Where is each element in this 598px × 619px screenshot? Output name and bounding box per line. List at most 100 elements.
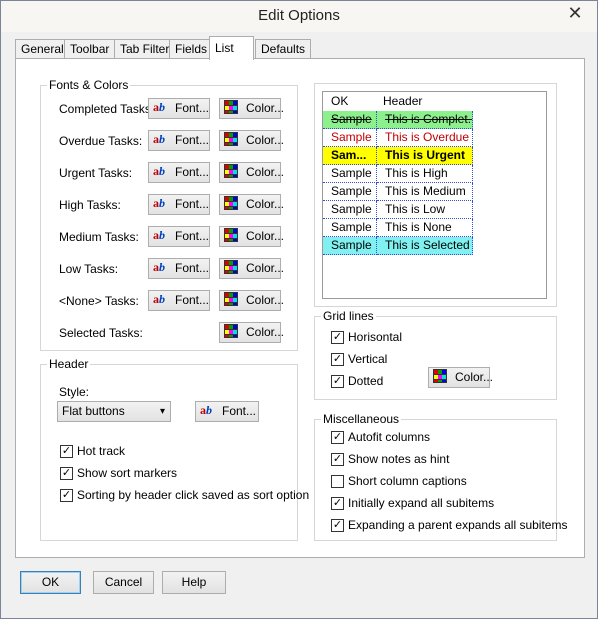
tab-tab-filter[interactable]: Tab Filter [114,39,176,59]
font-button-label: Font... [175,197,210,211]
checkbox-label[interactable]: Short column captions [348,474,467,488]
list-cell-header: This is Overdue [377,129,473,147]
close-icon[interactable]: ✕ [561,2,589,26]
list-cell-header: This is Urgent [377,147,473,165]
list-cell-header: This is Low [377,201,473,219]
checkbox[interactable]: ✓ [331,353,344,366]
font-icon: ab [153,291,165,306]
checkbox[interactable]: ✓ [331,519,344,532]
header-group-title: Header [47,357,91,371]
list-item[interactable]: Sample This is Low [323,201,473,219]
window-title: Edit Options [258,7,340,24]
list-item[interactable]: Sample This is Selected [323,237,473,255]
cancel-button[interactable]: Cancel [93,571,154,594]
color-button-label: Color... [246,101,285,115]
list-item[interactable]: Sam... This is Urgent [323,147,473,165]
tab-list[interactable]: List [209,36,254,60]
list-item[interactable]: Sample This is High [323,165,473,183]
checkbox-label[interactable]: Show notes as hint [348,452,449,466]
title-bar: Edit Options ✕ [1,1,597,32]
list-cell-ok: Sample [323,219,377,237]
listview-header: OK Header [323,92,546,111]
font-icon: ab [153,163,165,178]
tab-general[interactable]: General [15,39,70,59]
color-palette-icon [224,163,244,180]
checkbox[interactable]: ✓ [331,375,344,388]
tab-toolbar[interactable]: Toolbar [64,39,116,59]
chevron-down-icon: ▾ [159,406,165,417]
checkbox-label[interactable]: Sorting by header click saved as sort op… [77,488,309,502]
font-button[interactable]: ab Font... [148,98,210,119]
checkbox-label[interactable]: Vertical [348,352,387,366]
font-icon: ab [153,227,165,242]
fonts-row-label: <None> Tasks: [59,294,139,308]
tab-fields[interactable]: Fields [169,39,214,59]
checkbox[interactable]: ✓ [60,467,73,480]
font-icon: ab [153,99,165,114]
color-palette-icon [224,259,244,276]
color-palette-icon [224,195,244,212]
list-item[interactable]: Sample This is Medium [323,183,473,201]
font-button[interactable]: ab Font... [148,290,210,311]
preview-listview[interactable]: OK Header Sample This is Complet... Sample… [322,91,547,299]
fonts-row-label: Overdue Tasks: [59,134,143,148]
color-button[interactable]: Color... [219,98,285,119]
checkbox[interactable]: ✓ [331,331,344,344]
list-item[interactable]: Sample This is None [323,219,473,237]
list-cell-ok: Sample [323,111,377,129]
color-button[interactable]: Color... [219,290,284,311]
fonts-row-label: Selected Tasks: [59,326,143,340]
color-palette-icon [433,368,453,385]
checkbox-label[interactable]: Hot track [77,444,125,458]
color-button[interactable]: Color... [219,194,285,215]
tab-defaults[interactable]: Defaults [255,39,312,59]
font-button[interactable]: ab Font... [148,258,210,279]
font-button[interactable]: ab Font... [148,226,210,247]
checkbox[interactable]: ✓ [331,431,344,444]
checkbox[interactable]: ✓ [60,489,73,502]
ok-button[interactable]: OK [20,571,81,594]
column-header[interactable]: Header [383,94,422,108]
checkbox-label[interactable]: Show sort markers [77,466,177,480]
checkbox-label[interactable]: Dotted [348,374,383,388]
font-button[interactable]: ab Font... [148,194,210,215]
list-item[interactable]: Sample This is Complet... [323,111,473,129]
font-button[interactable]: ab Font... [148,162,210,183]
checkbox-label[interactable]: Horisontal [348,330,402,344]
edit-options-window: Edit Options ✕ General Toolbar Tab Filte… [0,0,598,619]
checkbox[interactable]: ✓ [60,445,73,458]
fonts-colors-group: Fonts & Colors [40,78,298,351]
color-button[interactable]: Color... [219,226,285,247]
font-icon: ab [153,131,165,146]
color-button[interactable]: Color... [219,258,285,279]
help-button[interactable]: Help [162,571,226,594]
list-item[interactable]: Sample This is Overdue [323,129,473,147]
color-button-label: Color... [246,229,285,243]
checkbox[interactable]: ✓ [331,453,344,466]
grid-color-button[interactable]: Color... [428,367,493,388]
color-button[interactable]: Color... [219,130,284,151]
list-cell-ok: Sample [323,165,377,183]
color-button-label: Color... [246,261,285,275]
checkbox[interactable] [331,475,344,488]
grid-lines-title: Grid lines [321,309,376,323]
color-button[interactable]: Color... [219,322,284,343]
font-button[interactable]: ab Font... [148,130,210,151]
color-button[interactable]: Color... [219,162,284,183]
color-button-label: Color... [246,197,285,211]
font-icon: ab [200,402,212,417]
checkbox-label[interactable]: Expanding a parent expands all subitems [348,518,567,532]
header-font-label: Font... [222,404,257,418]
header-style-select[interactable]: Flat buttons ▾ [57,401,171,422]
list-cell-header: This is Medium [377,183,473,201]
checkbox[interactable]: ✓ [331,497,344,510]
list-cell-ok: Sample [323,237,377,255]
fonts-row-label: Urgent Tasks: [59,166,133,180]
list-cell-ok: Sample [323,183,377,201]
column-ok[interactable]: OK [331,94,348,108]
list-cell-header: This is None [377,219,473,237]
font-button-label: Font... [175,133,210,147]
header-font-button[interactable]: ab Font... [195,401,259,422]
checkbox-label[interactable]: Autofit columns [348,430,430,444]
checkbox-label[interactable]: Initially expand all subitems [348,496,494,510]
